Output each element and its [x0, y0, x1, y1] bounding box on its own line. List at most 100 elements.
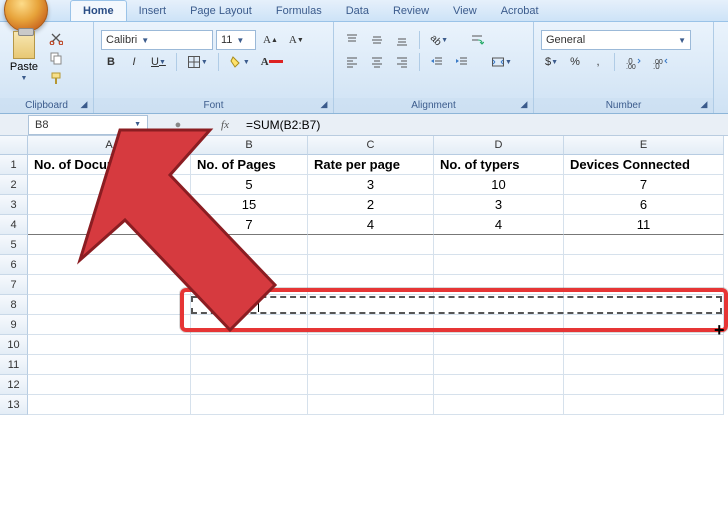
- cell[interactable]: 5: [191, 175, 308, 195]
- number-format-combo[interactable]: General▼: [541, 30, 691, 50]
- cell[interactable]: [434, 355, 564, 375]
- cell[interactable]: [434, 255, 564, 275]
- tab-formulas[interactable]: Formulas: [264, 1, 334, 21]
- cell[interactable]: No. of Documents: [28, 155, 191, 175]
- cell[interactable]: [308, 255, 434, 275]
- tab-page-layout[interactable]: Page Layout: [178, 1, 264, 21]
- row-header[interactable]: 9: [0, 315, 28, 335]
- cell[interactable]: [308, 235, 434, 255]
- cell[interactable]: [28, 355, 191, 375]
- cell[interactable]: [28, 235, 191, 255]
- align-center-icon[interactable]: [366, 52, 388, 72]
- font-family-combo[interactable]: Calibri▼: [101, 30, 213, 50]
- cell[interactable]: [28, 295, 191, 315]
- cell[interactable]: [191, 255, 308, 275]
- row-header[interactable]: 10: [0, 335, 28, 355]
- cell[interactable]: 10: [434, 175, 564, 195]
- cut-icon[interactable]: [47, 29, 65, 47]
- row-header[interactable]: 8: [0, 295, 28, 315]
- cell[interactable]: [564, 255, 724, 275]
- dialog-launcher-clipboard[interactable]: ◢: [77, 97, 91, 111]
- tab-review[interactable]: Review: [381, 1, 441, 21]
- cell[interactable]: [191, 235, 308, 255]
- col-header-b[interactable]: B: [191, 136, 308, 155]
- dialog-launcher-font[interactable]: ◢: [317, 97, 331, 111]
- col-header-c[interactable]: C: [308, 136, 434, 155]
- cell[interactable]: [564, 355, 724, 375]
- row-header[interactable]: 1: [0, 155, 28, 175]
- cell[interactable]: [564, 375, 724, 395]
- row-header[interactable]: 6: [0, 255, 28, 275]
- cell[interactable]: [28, 315, 191, 335]
- underline-button[interactable]: U▼: [147, 52, 170, 72]
- row-header[interactable]: 2: [0, 175, 28, 195]
- wrap-text-icon[interactable]: [466, 30, 488, 50]
- tab-acrobat[interactable]: Acrobat: [489, 1, 551, 21]
- border-button[interactable]: ▼: [183, 52, 212, 72]
- worksheet[interactable]: A B C D E 1 No. of Documents No. of Page…: [0, 136, 728, 415]
- font-size-combo[interactable]: 11▼: [216, 30, 256, 50]
- fill-color-button[interactable]: ▼: [225, 52, 254, 72]
- row-header[interactable]: 3: [0, 195, 28, 215]
- cell[interactable]: 4: [308, 215, 434, 235]
- decrease-decimal-icon[interactable]: .00.0: [648, 52, 672, 72]
- cell[interactable]: [434, 395, 564, 415]
- align-left-icon[interactable]: [341, 52, 363, 72]
- decrease-indent-icon[interactable]: [426, 52, 448, 72]
- fx-icon[interactable]: fx: [208, 119, 242, 131]
- cell[interactable]: [191, 335, 308, 355]
- cell[interactable]: [28, 195, 191, 215]
- cell[interactable]: [434, 375, 564, 395]
- cell[interactable]: 7: [191, 215, 308, 235]
- align-top-icon[interactable]: [341, 30, 363, 50]
- cell[interactable]: [28, 215, 191, 235]
- align-bottom-icon[interactable]: [391, 30, 413, 50]
- cell[interactable]: [308, 375, 434, 395]
- row-header[interactable]: 11: [0, 355, 28, 375]
- formula-input[interactable]: =SUM(B2:B7): [242, 118, 728, 132]
- cell[interactable]: 15: [191, 195, 308, 215]
- cell[interactable]: 11: [564, 215, 724, 235]
- name-box[interactable]: B8 ▼: [28, 115, 148, 135]
- increase-indent-icon[interactable]: [451, 52, 473, 72]
- cell[interactable]: [564, 395, 724, 415]
- row-header[interactable]: 7: [0, 275, 28, 295]
- cell[interactable]: [28, 335, 191, 355]
- cell[interactable]: 3: [308, 175, 434, 195]
- dialog-launcher-alignment[interactable]: ◢: [517, 97, 531, 111]
- cell[interactable]: 4: [434, 215, 564, 235]
- increase-font-icon[interactable]: A▲: [259, 30, 282, 50]
- merge-center-icon[interactable]: ▼: [487, 52, 516, 72]
- increase-decimal-icon[interactable]: .0.00: [621, 52, 645, 72]
- cell[interactable]: [191, 355, 308, 375]
- align-middle-icon[interactable]: [366, 30, 388, 50]
- cell[interactable]: [308, 395, 434, 415]
- italic-button[interactable]: I: [124, 52, 144, 72]
- cell[interactable]: [28, 255, 191, 275]
- cell[interactable]: Rate per page: [308, 155, 434, 175]
- row-header[interactable]: 5: [0, 235, 28, 255]
- select-all-corner[interactable]: [0, 136, 28, 155]
- dialog-launcher-number[interactable]: ◢: [697, 97, 711, 111]
- col-header-d[interactable]: D: [434, 136, 564, 155]
- cell[interactable]: Devices Connected: [564, 155, 724, 175]
- cell[interactable]: [564, 335, 724, 355]
- cell[interactable]: [434, 335, 564, 355]
- cell[interactable]: [564, 235, 724, 255]
- cell[interactable]: 1: [28, 175, 191, 195]
- cell[interactable]: 6: [564, 195, 724, 215]
- decrease-font-icon[interactable]: A▼: [285, 30, 308, 50]
- orientation-icon[interactable]: ab▼: [426, 30, 452, 50]
- percent-button[interactable]: %: [565, 52, 585, 72]
- font-color-button[interactable]: A: [257, 52, 287, 72]
- tab-view[interactable]: View: [441, 1, 489, 21]
- cell[interactable]: [308, 355, 434, 375]
- row-header[interactable]: 13: [0, 395, 28, 415]
- cell[interactable]: 7: [564, 175, 724, 195]
- bold-button[interactable]: B: [101, 52, 121, 72]
- format-painter-icon[interactable]: [47, 69, 65, 87]
- paste-button[interactable]: Paste ▼: [5, 25, 43, 97]
- row-header[interactable]: 4: [0, 215, 28, 235]
- cell[interactable]: [28, 275, 191, 295]
- cell[interactable]: [434, 235, 564, 255]
